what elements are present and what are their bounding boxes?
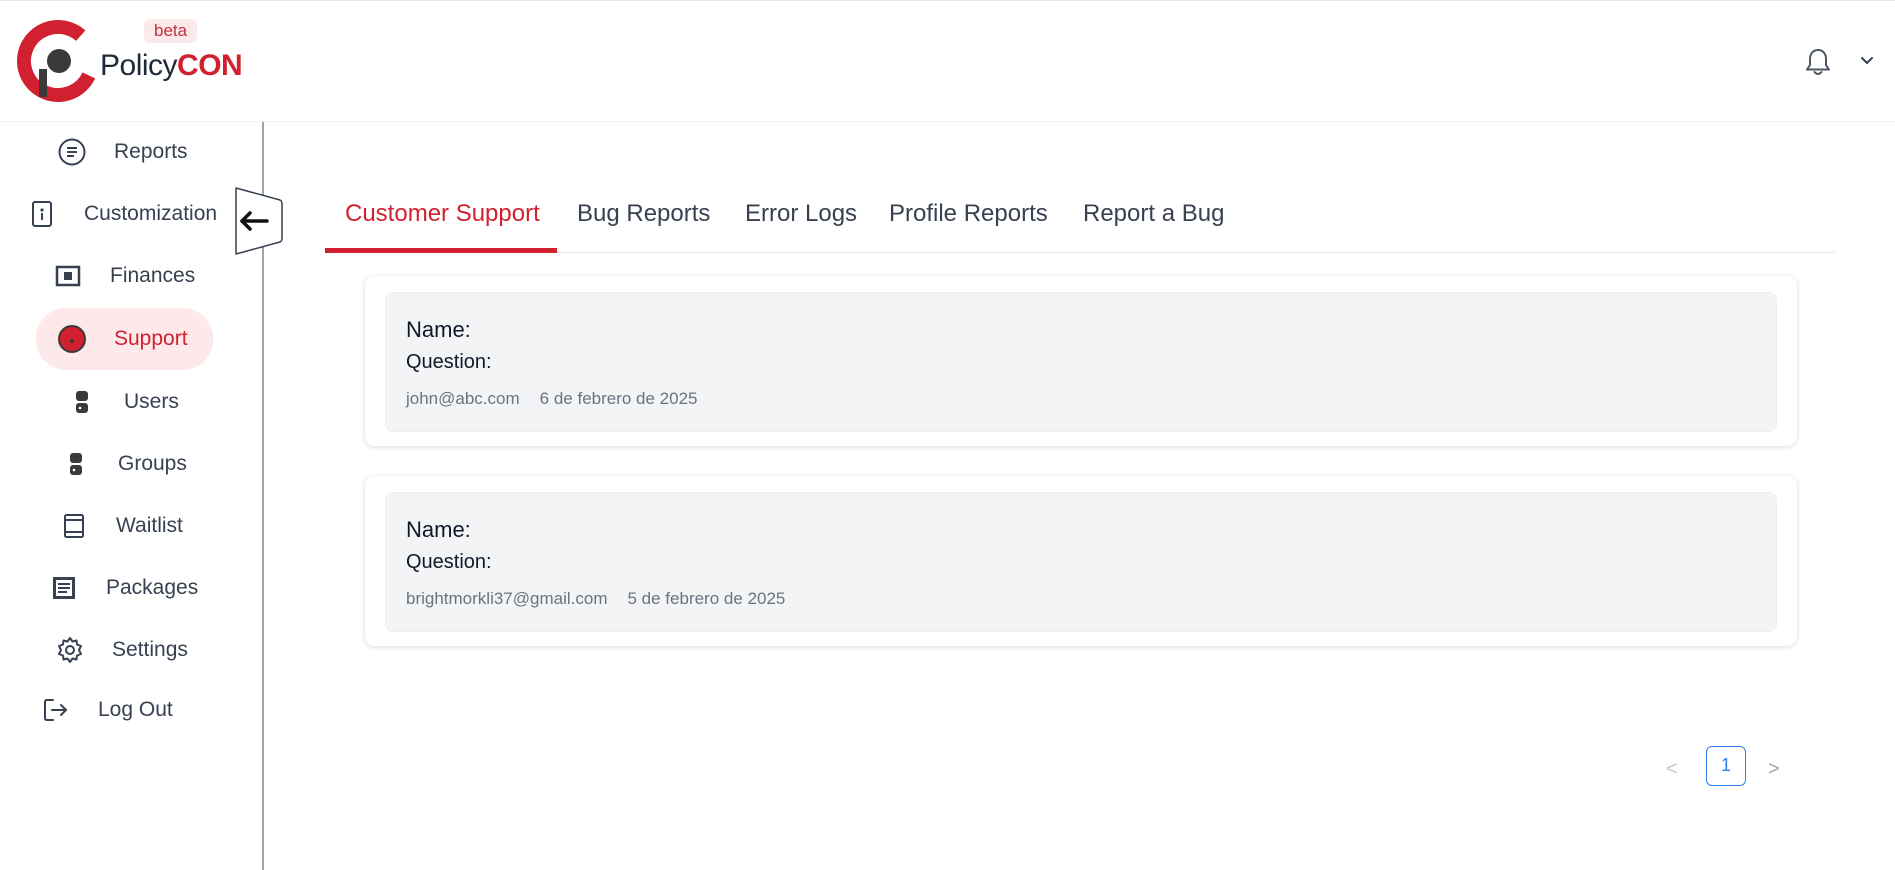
logo-icon [17, 20, 99, 102]
tab-error-logs[interactable]: Error Logs [745, 190, 857, 253]
sidebar-item-groups[interactable]: Groups [60, 440, 187, 488]
ticket-question: Question: [406, 351, 492, 373]
sidebar-item-label: Finances [110, 264, 196, 287]
ticket-email: brightmorkli37@gmail.com [406, 589, 608, 608]
sidebar-item-label: Reports [114, 140, 188, 163]
gear-icon [54, 634, 86, 666]
ticket-content: Name: Question: john@abc.com 6 de febrero… [385, 292, 1777, 432]
sidebar: Reports Customization Finances Support U… [0, 122, 264, 870]
sidebar-item-finances[interactable]: Finances [52, 252, 195, 300]
pagination-prev-button[interactable]: < [1666, 758, 1686, 782]
sidebar-item-packages[interactable]: Packages [48, 564, 198, 612]
app-logo[interactable]: PolicyCON beta [16, 17, 243, 109]
beta-badge: beta [144, 19, 198, 43]
brand-name: PolicyCON [100, 49, 243, 83]
ticket-name: Name: [406, 317, 471, 342]
ticket-email: john@abc.com [406, 389, 520, 408]
pagination-next-button[interactable]: > [1768, 758, 1788, 782]
ticket-card[interactable]: Name: Question: john@abc.com 6 de febrero… [365, 276, 1797, 446]
sidebar-item-waitlist[interactable]: Waitlist [58, 502, 183, 550]
sidebar-item-reports[interactable]: Reports [56, 128, 188, 176]
bell-icon[interactable] [1804, 47, 1832, 77]
sidebar-item-settings[interactable]: Settings [54, 626, 188, 674]
ticket-meta: brightmorkli37@gmail.com 5 de febrero de … [406, 589, 785, 609]
brand-name-part2: CON [177, 49, 243, 82]
support-icon [56, 323, 88, 355]
tab-bar: Customer Support Bug Reports Error Logs … [325, 190, 1835, 253]
ticket-question: Question: [406, 551, 492, 573]
pagination-page-button[interactable]: 1 [1706, 746, 1746, 786]
groups-icon [60, 448, 92, 480]
ticket-card[interactable]: Name: Question: brightmorkli37@gmail.com… [365, 476, 1797, 646]
brand-name-part1: Policy [100, 49, 178, 82]
top-bar: PolicyCON beta [0, 0, 1895, 122]
active-tab-indicator [325, 248, 557, 253]
ticket-name: Name: [406, 517, 471, 542]
waitlist-icon [58, 510, 90, 542]
sidebar-item-label: Groups [118, 452, 187, 475]
tab-bug-reports[interactable]: Bug Reports [577, 190, 710, 253]
sidebar-item-label: Settings [112, 638, 188, 661]
packages-icon [48, 572, 80, 604]
tab-customer-support[interactable]: Customer Support [345, 190, 540, 253]
sidebar-item-support[interactable]: Support [36, 308, 213, 370]
ticket-date: 5 de febrero de 2025 [627, 589, 786, 608]
sidebar-item-users[interactable]: Users [66, 378, 179, 426]
sidebar-item-label: Log Out [98, 698, 173, 721]
ticket-content: Name: Question: brightmorkli37@gmail.com… [385, 492, 1777, 632]
tab-profile-reports[interactable]: Profile Reports [889, 190, 1048, 253]
sidebar-collapse-button[interactable] [232, 186, 284, 256]
sidebar-item-logout[interactable]: Log Out [40, 686, 173, 734]
sidebar-item-label: Users [124, 390, 179, 413]
sidebar-item-customization[interactable]: Customization [26, 190, 217, 238]
tab-report-a-bug[interactable]: Report a Bug [1083, 190, 1224, 253]
reports-icon [56, 136, 88, 168]
finances-icon [52, 260, 84, 292]
ticket-meta: john@abc.com 6 de febrero de 2025 [406, 389, 698, 409]
sidebar-item-label: Customization [84, 202, 218, 225]
logout-icon [40, 694, 72, 726]
sidebar-item-label: Support [114, 327, 188, 350]
users-icon [66, 386, 98, 418]
chevron-down-icon[interactable] [1858, 51, 1876, 69]
ticket-date: 6 de febrero de 2025 [539, 389, 698, 408]
customization-icon [26, 198, 58, 230]
sidebar-item-label: Packages [106, 576, 199, 599]
sidebar-item-label: Waitlist [116, 514, 183, 537]
